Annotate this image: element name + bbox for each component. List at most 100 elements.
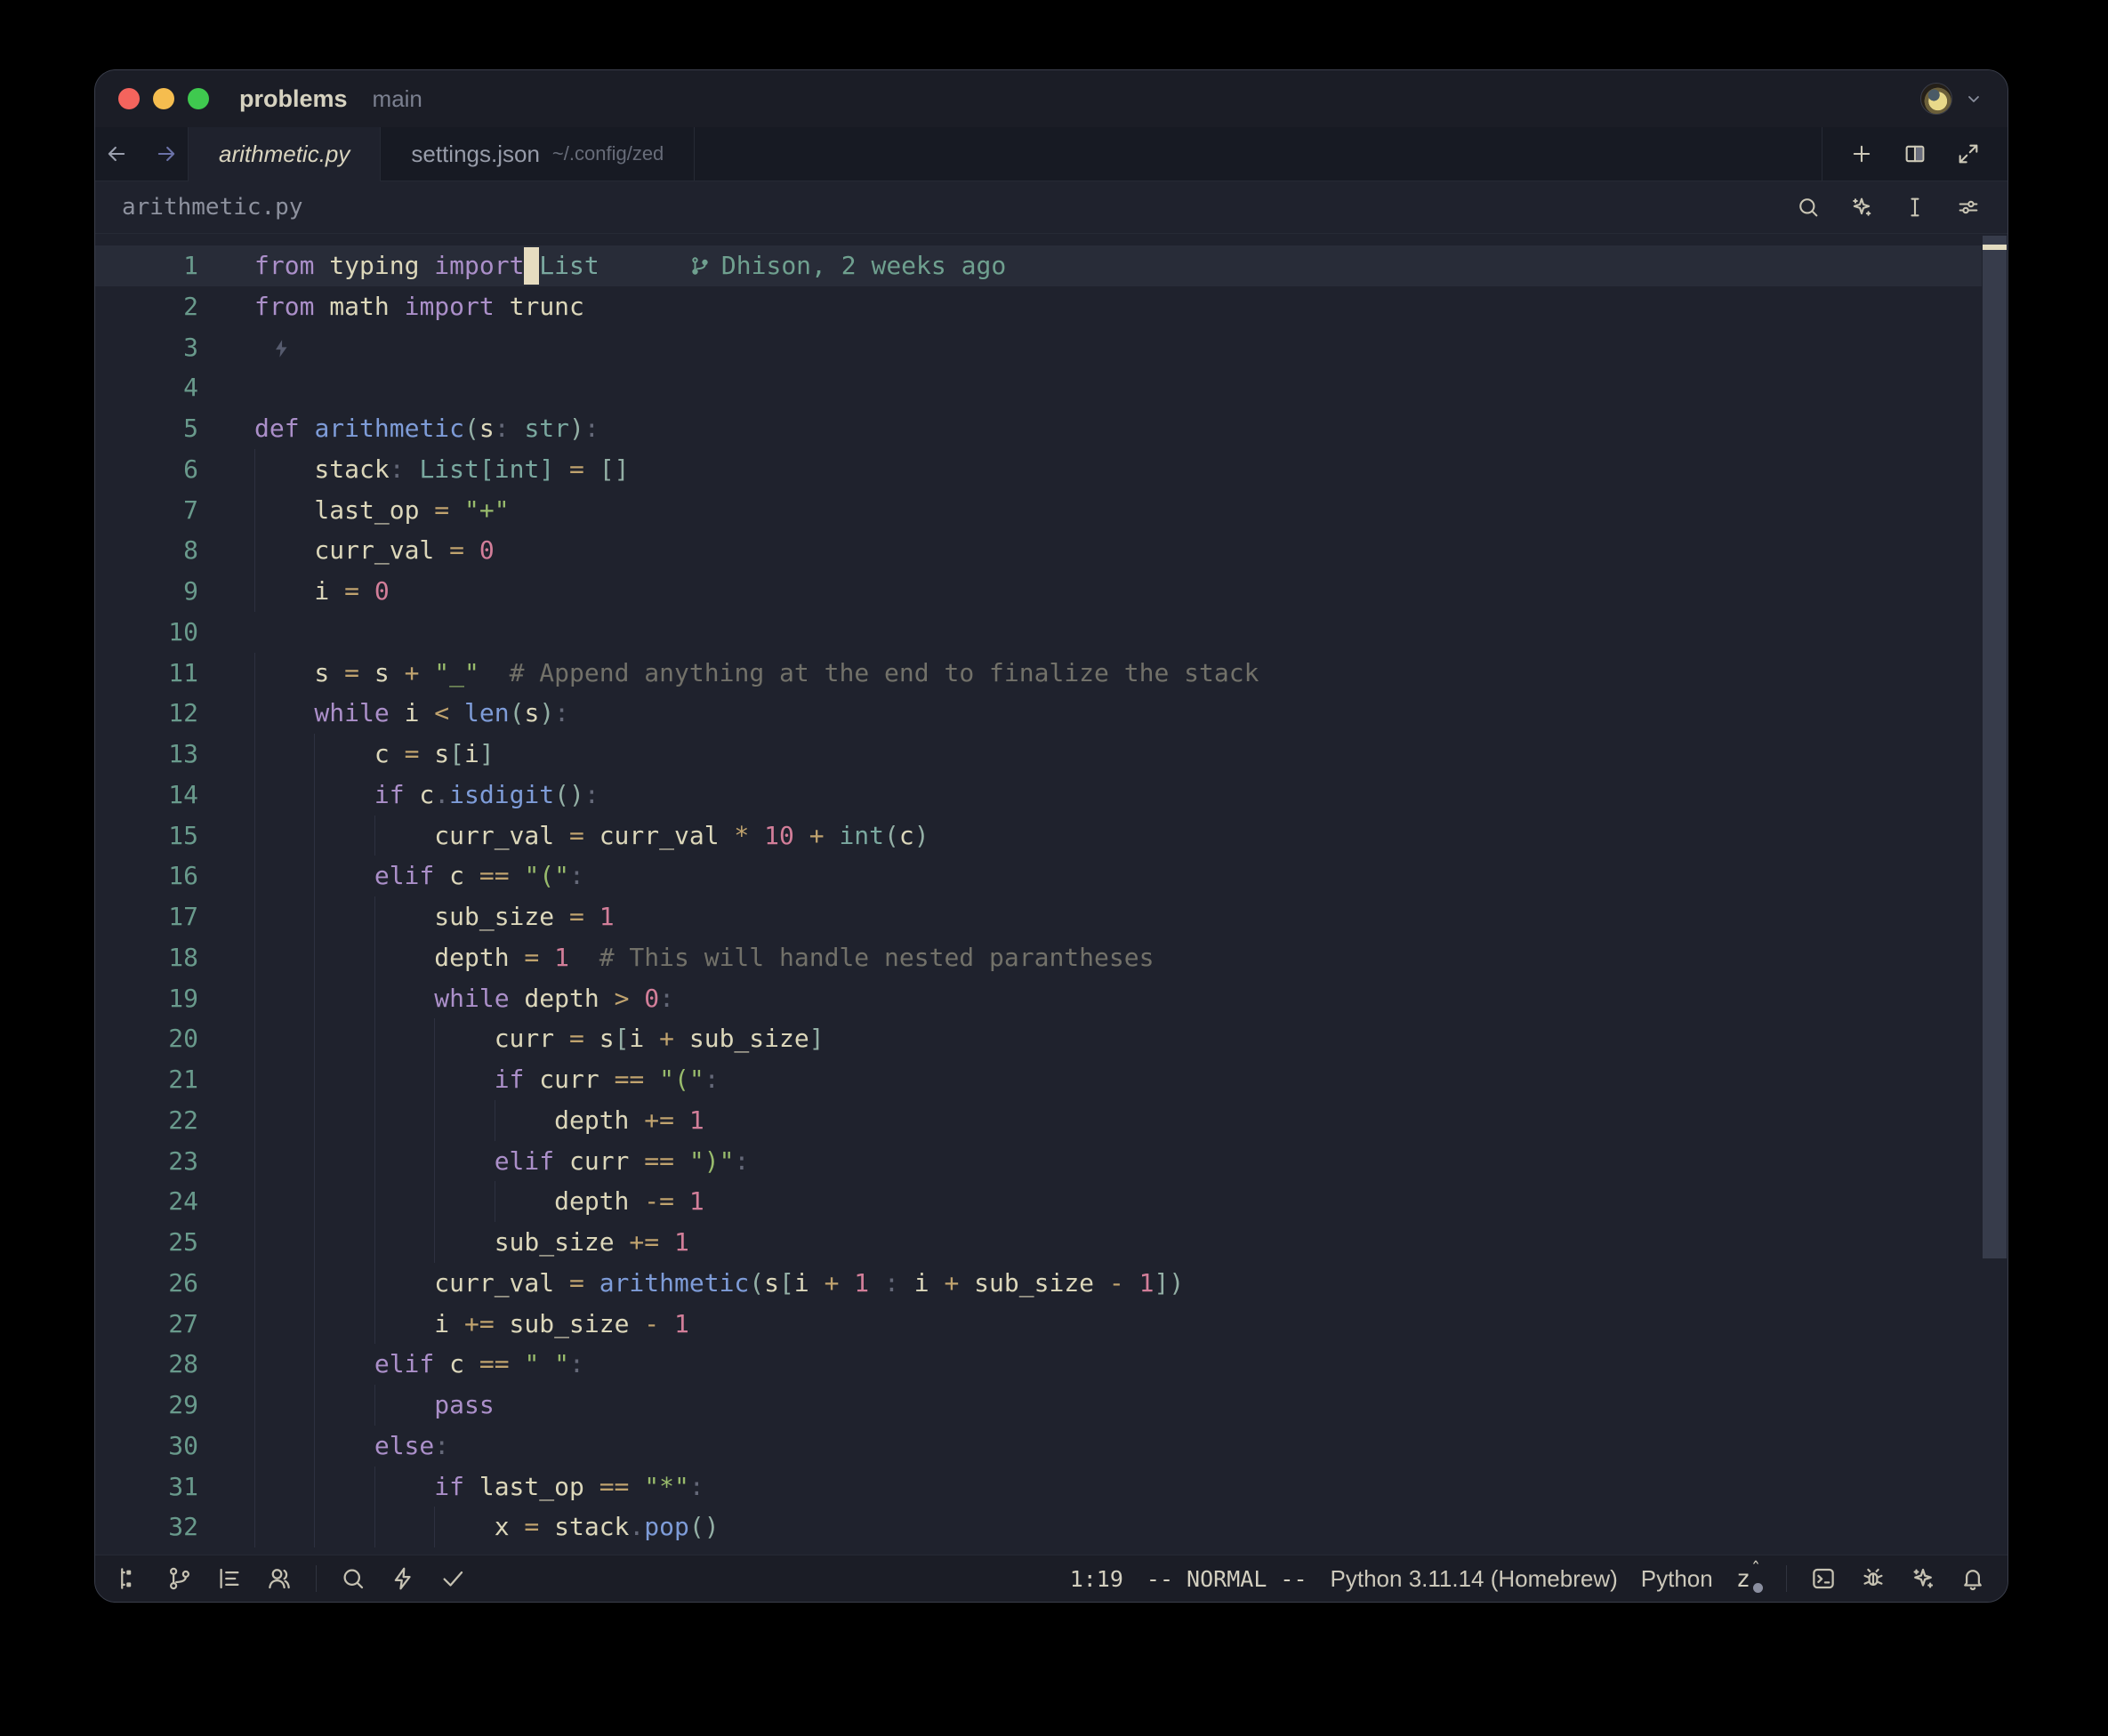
code-line[interactable]: 15curr_val = curr_val * 10 + int(c) [95,816,2007,856]
minimize-button[interactable] [153,88,174,109]
scrollbar-thumb[interactable] [1983,236,2007,1258]
indent-guide [314,816,374,856]
code-line[interactable]: 8curr_val = 0 [95,530,2007,571]
code-line[interactable]: 31if last_op == "*": [95,1467,2007,1507]
line-number: 3 [95,327,198,368]
outline-icon[interactable] [216,1565,243,1592]
code-line[interactable]: 27i += sub_size - 1 [95,1304,2007,1345]
toolchain-selector[interactable]: Python 3.11.14 (Homebrew) [1331,1565,1618,1593]
code-line[interactable]: 18depth = 1 # This will handle nested pa… [95,937,2007,978]
code-line[interactable]: 16elif c == "(": [95,856,2007,896]
check-icon[interactable] [439,1565,466,1592]
nav-forward-icon[interactable] [154,141,179,166]
git-blame[interactable]: Dhison, 2 weeks ago [689,245,1006,286]
line-number: 6 [95,449,198,490]
indent-guide [254,1263,314,1304]
terminal-icon[interactable] [1810,1565,1837,1592]
edit-prediction-icon[interactable]: zˆ [1736,1565,1763,1593]
code-editor[interactable]: 1from typing importList Dhison, 2 weeks … [95,234,2007,1555]
code-line[interactable]: 28elif c == " ": [95,1344,2007,1385]
code-line[interactable]: 23elif curr == ")": [95,1141,2007,1182]
code-line[interactable]: 3 [95,327,2007,368]
code-action-bolt-icon[interactable] [270,333,293,362]
code-line[interactable]: 10 [95,612,2007,653]
line-number: 15 [95,816,198,856]
code-line[interactable]: 11s = s + "_" # Append anything at the e… [95,653,2007,694]
git-branch-label[interactable]: main [373,85,422,113]
indent-guide [434,1059,494,1100]
new-tab-plus-icon[interactable] [1849,141,1874,166]
code-text: s = s + "_" # Append anything at the end… [254,653,1259,694]
expand-icon[interactable] [1956,141,1981,166]
title-bar: problems main [95,70,2007,127]
code-line[interactable]: 22depth += 1 [95,1100,2007,1141]
nav-back-icon[interactable] [104,141,129,166]
indent-guide [314,775,374,816]
zap-icon[interactable] [390,1565,416,1592]
code-text: i += sub_size - 1 [254,1304,689,1345]
avatar[interactable] [1920,83,1952,115]
tab-arithmetic-py[interactable]: arithmetic.py [189,127,381,181]
code-text: depth -= 1 [254,1181,704,1222]
ibeam-icon[interactable] [1903,195,1927,220]
code-line[interactable]: 32x = stack.pop() [95,1507,2007,1547]
code-text: sub_size = 1 [254,896,615,937]
line-number: 19 [95,978,198,1019]
code-line[interactable]: 25sub_size += 1 [95,1222,2007,1263]
split-pane-icon[interactable] [1903,141,1927,166]
git-branch-icon[interactable] [166,1565,193,1592]
code-line[interactable]: 1from typing importList Dhison, 2 weeks … [95,245,2007,286]
code-line[interactable]: 7 last_op = "+" [95,490,2007,531]
code-line[interactable]: 14if c.isdigit(): [95,775,2007,816]
line-number: 8 [95,530,198,571]
code-text: last_op = "+" [254,490,510,531]
language-selector[interactable]: Python [1641,1565,1713,1593]
search-icon[interactable] [340,1565,366,1592]
code-line[interactable]: 26curr_val = arithmetic(s[i + 1 : i + su… [95,1263,2007,1304]
maximize-button[interactable] [188,88,209,109]
filter-icon[interactable] [1956,195,1981,220]
indent-guide [314,1181,374,1222]
code-line[interactable]: 21if curr == "(": [95,1059,2007,1100]
code-line[interactable]: 13c = s[i] [95,734,2007,775]
code-line[interactable]: 17 sub_size = 1 [95,896,2007,937]
cursor-position[interactable]: 1:19 [1070,1566,1123,1592]
indent-guide [314,1018,374,1059]
code-text: sub_size += 1 [254,1222,689,1263]
indent-guide [314,1222,374,1263]
bell-icon[interactable] [1959,1565,1986,1592]
sparkles-icon[interactable] [1849,195,1874,220]
code-line[interactable]: 4 [95,367,2007,408]
code-text: depth = 1 # This will handle nested para… [254,937,1154,978]
code-line[interactable]: 30else: [95,1426,2007,1467]
code-line[interactable]: 24depth -= 1 [95,1181,2007,1222]
close-button[interactable] [118,88,140,109]
indent-guide [254,1507,314,1547]
search-icon[interactable] [1796,195,1821,220]
chevron-down-icon[interactable] [1963,88,1984,109]
code-text: stack: List[int] = [] [254,449,629,490]
code-line[interactable]: 12while i < len(s): [95,693,2007,734]
indent-guide [374,1222,434,1263]
line-number: 7 [95,490,198,531]
code-line[interactable]: 5def arithmetic(s: str): [95,408,2007,449]
indent-guide [314,734,374,775]
sparkles-icon[interactable] [1910,1565,1936,1592]
breadcrumb[interactable]: arithmetic.py [122,194,303,221]
collab-icon[interactable] [266,1565,293,1592]
code-line[interactable]: 6 stack: List[int] = [] [95,449,2007,490]
code-line[interactable]: 29pass [95,1385,2007,1426]
scrollbar-track[interactable] [1982,234,2007,1555]
indent-guide [254,1344,314,1385]
project-panel-icon[interactable] [117,1565,143,1592]
code-text: from typing importList Dhison, 2 weeks a… [254,245,1006,286]
code-line[interactable]: 9i = 0 [95,571,2007,612]
code-line[interactable]: 19while depth > 0: [95,978,2007,1019]
code-line[interactable]: 2from math import trunc [95,286,2007,327]
tab-settings-json[interactable]: settings.json ~/.config/zed [381,127,695,181]
code-text: if curr == "(": [254,1059,720,1100]
line-number: 17 [95,896,198,937]
debug-icon[interactable] [1860,1565,1887,1592]
indent-guide [374,978,434,1019]
code-line[interactable]: 20curr = s[i + sub_size] [95,1018,2007,1059]
